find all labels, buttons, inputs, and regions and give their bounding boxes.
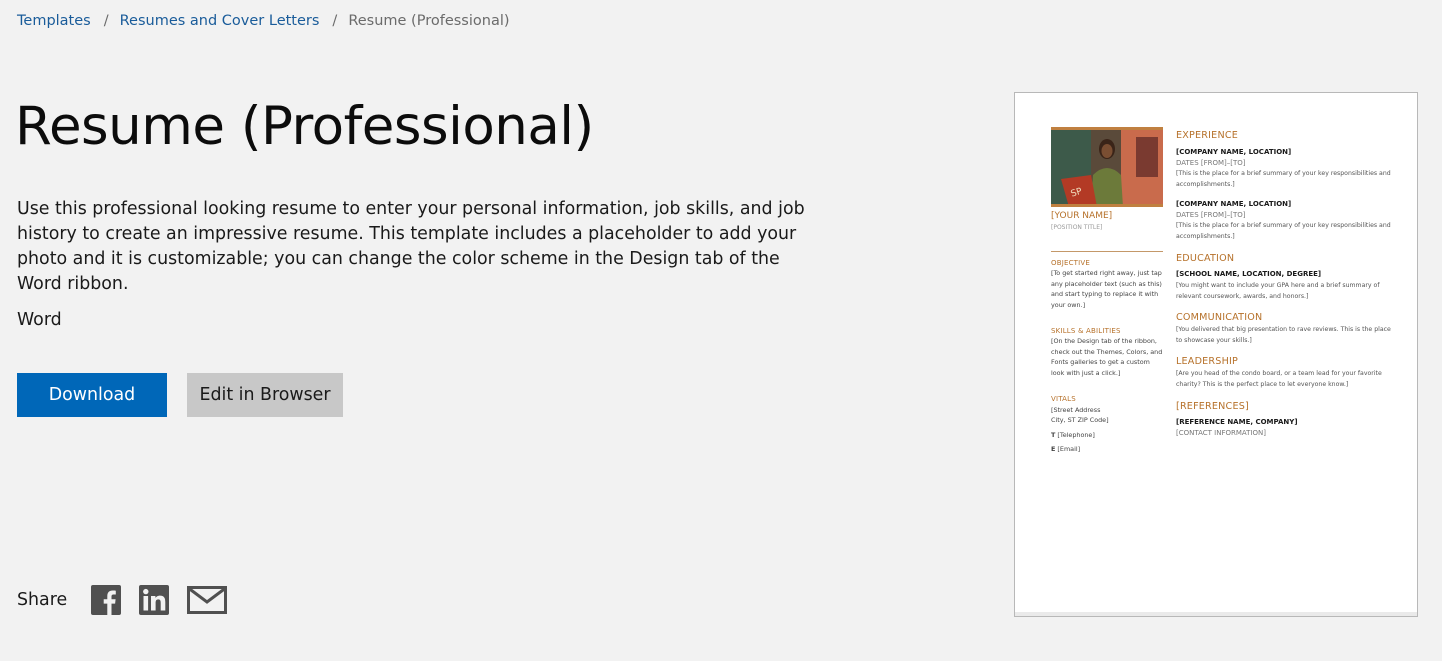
vitals-email: [Email]	[1057, 445, 1081, 453]
share-bar: Share	[17, 585, 245, 615]
communication-text: [You delivered that big presentation to …	[1176, 326, 1391, 344]
resume-name: [YOUR NAME]	[1051, 211, 1113, 221]
reference-name: [REFERENCE NAME, COMPANY]	[1176, 418, 1298, 426]
vitals-email-label: E	[1051, 445, 1056, 453]
template-description: Use this professional looking resume to …	[17, 199, 805, 294]
job-1-summary: [This is the place for a brief summary o…	[1176, 170, 1391, 188]
job-2-summary: [This is the place for a brief summary o…	[1176, 222, 1391, 240]
skills-heading: SKILLS & ABILITIES	[1051, 327, 1121, 335]
photo-placeholder-image: SP	[1051, 127, 1163, 207]
education-heading: EDUCATION	[1176, 253, 1235, 264]
breadcrumb-separator: /	[103, 13, 109, 29]
objective-text: [To get started right away, just tap any…	[1051, 269, 1162, 309]
vitals-phone-label: T	[1051, 431, 1056, 439]
resume-position: [POSITION TITLE]	[1051, 224, 1103, 231]
email-icon[interactable]	[187, 586, 228, 614]
download-button[interactable]: Download	[17, 373, 167, 417]
leadership-text: [Are you head of the condo board, or a t…	[1176, 370, 1382, 388]
leadership-heading: LEADERSHIP	[1176, 356, 1239, 367]
app-label: Word	[17, 310, 62, 330]
education-school: [SCHOOL NAME, LOCATION, DEGREE]	[1176, 270, 1322, 278]
job-2-dates: DATES [FROM]–[TO]	[1176, 211, 1246, 219]
reference-contact: [CONTACT INFORMATION]	[1176, 429, 1266, 437]
skills-text: [On the Design tab of the ribbon, check …	[1051, 337, 1163, 377]
vitals-heading: VITALS	[1051, 395, 1076, 403]
vitals-phone: [Telephone]	[1057, 431, 1095, 439]
edit-in-browser-button[interactable]: Edit in Browser	[187, 373, 343, 417]
breadcrumb: Templates / Resumes and Cover Letters / …	[17, 13, 510, 29]
linkedin-icon[interactable]	[139, 585, 170, 615]
job-1-dates: DATES [FROM]–[TO]	[1176, 159, 1246, 167]
facebook-icon[interactable]	[91, 585, 122, 615]
page-title: Resume (Professional)	[15, 96, 594, 157]
breadcrumb-separator: /	[332, 13, 338, 29]
share-label: Share	[17, 590, 68, 610]
experience-heading: EXPERIENCE	[1176, 130, 1238, 141]
references-heading: [REFERENCES]	[1176, 401, 1249, 412]
template-preview[interactable]: SP [YOUR NAME] [POSITION TITLE] OBJECTIV…	[1014, 92, 1418, 617]
vitals-address-line2: City, ST ZIP Code]	[1051, 416, 1109, 424]
breadcrumb-current: Resume (Professional)	[348, 13, 510, 29]
objective-heading: OBJECTIVE	[1051, 259, 1091, 267]
breadcrumb-link-templates[interactable]: Templates	[17, 13, 91, 29]
breadcrumb-link-resumes-and-cover-letters[interactable]: Resumes and Cover Letters	[120, 13, 320, 29]
job-1-company: [COMPANY NAME, LOCATION]	[1176, 148, 1292, 156]
preview-bottom-edge	[1015, 612, 1417, 616]
divider	[1051, 251, 1163, 252]
communication-heading: COMMUNICATION	[1176, 312, 1263, 323]
education-text: [You might want to include your GPA here…	[1176, 282, 1380, 300]
vitals-address-line1: [Street Address	[1051, 406, 1101, 414]
job-2-company: [COMPANY NAME, LOCATION]	[1176, 200, 1292, 208]
